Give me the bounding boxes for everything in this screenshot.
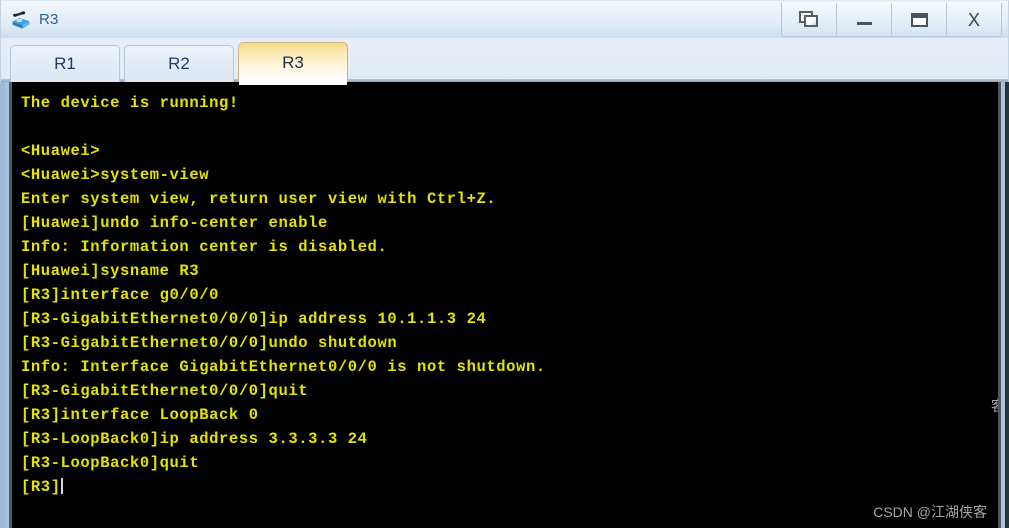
device-console-window: R3 X R1 R2 R3 The device is running! <Hu… [0, 0, 1009, 528]
tab-r3-label: R3 [282, 52, 304, 72]
tab-r1-label: R1 [54, 54, 76, 73]
cascade-windows-button[interactable] [782, 3, 837, 36]
maximize-button[interactable] [892, 3, 947, 36]
maximize-icon [910, 12, 928, 27]
terminal-line: [Huawei]undo info-center enable [21, 214, 328, 232]
minimize-icon [856, 22, 872, 25]
title-bar: R3 X [0, 0, 1009, 38]
tab-r3[interactable]: R3 [238, 42, 348, 85]
terminal-frame: The device is running! <Huawei> <Huawei>… [5, 82, 1005, 528]
terminal-prompt-line[interactable]: [R3] [21, 475, 998, 499]
terminal-line: [Huawei]sysname R3 [21, 262, 200, 280]
tab-r1[interactable]: R1 [10, 45, 120, 82]
close-icon: X [967, 9, 980, 30]
terminal-panel: The device is running! <Huawei> <Huawei>… [0, 82, 1009, 528]
terminal-line: Enter system view, return user view with… [21, 190, 497, 208]
tab-r2[interactable]: R2 [124, 45, 234, 82]
terminal-line: [R3-LoopBack0]ip address 3.3.3.3 24 [21, 430, 368, 448]
tab-strip: R1 R2 R3 [0, 38, 1009, 85]
terminal-prompt: [R3] [21, 478, 61, 496]
terminal-line: [R3-GigabitEthernet0/0/0]undo shutdown [21, 334, 398, 352]
terminal-line: [R3-GigabitEthernet0/0/0]ip address 10.1… [21, 310, 487, 328]
window-controls: X [781, 3, 1002, 37]
tab-r2-label: R2 [168, 54, 190, 73]
terminal-line: <Huawei>system-view [21, 166, 210, 184]
window-title: R3 [39, 11, 59, 28]
terminal-line: [R3]interface g0/0/0 [21, 286, 220, 304]
terminal-line: The device is running! [21, 94, 239, 112]
terminal-line: [R3]interface LoopBack 0 [21, 406, 259, 424]
terminal-line: <Huawei> [21, 142, 101, 160]
router-icon [10, 9, 32, 31]
terminal-output[interactable]: The device is running! <Huawei> <Huawei>… [12, 85, 998, 528]
cascade-icon [799, 11, 819, 28]
title-bar-left: R3 [1, 9, 59, 31]
terminal-line: [R3-LoopBack0]quit [21, 454, 200, 472]
terminal-cursor [60, 478, 63, 494]
terminal-line: [R3-GigabitEthernet0/0/0]quit [21, 382, 309, 400]
terminal-line: Info: Interface GigabitEthernet0/0/0 is … [21, 358, 546, 376]
close-button[interactable]: X [947, 3, 1001, 36]
terminal-line: Info: Information center is disabled. [21, 238, 388, 256]
minimize-button[interactable] [837, 3, 892, 36]
